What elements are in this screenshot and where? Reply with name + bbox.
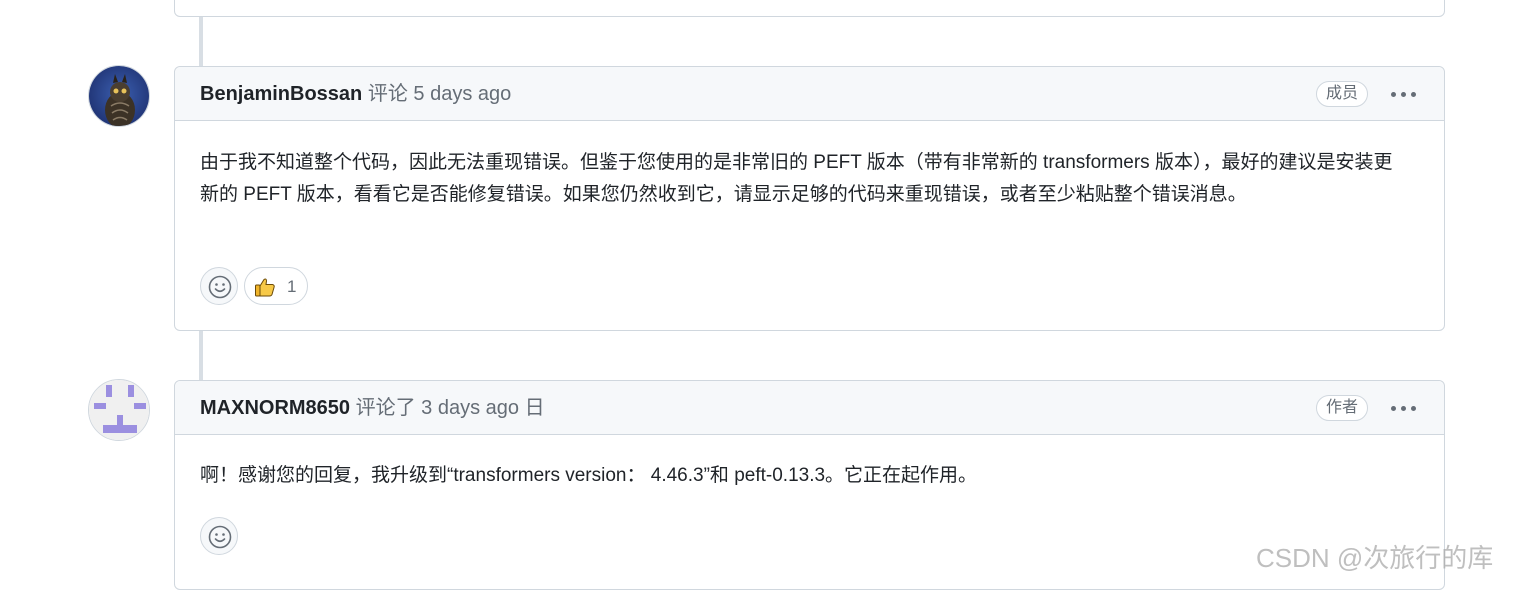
comment-timestamp[interactable]: 3 days ago [421, 397, 519, 419]
timeline-line [199, 330, 203, 382]
thumbs-up-icon [255, 278, 275, 297]
comment-card: MAXNORM8650 评论了 3 days ago 日 作者 啊！感谢您的回复… [174, 380, 1445, 590]
comment-meta: BenjaminBossan 评论 5 days ago [200, 67, 511, 121]
add-reaction-button[interactable] [200, 267, 238, 305]
reaction-count: 1 [287, 277, 297, 296]
comment-body-text: 啊！感谢您的回复，我升级到“transformers version： 4.46… [200, 465, 978, 486]
comment-time-suffix: 日 [524, 397, 545, 419]
comment-author-link[interactable]: MAXNORM8650 [200, 397, 350, 419]
comment-action: 评论 [367, 83, 408, 105]
comment-meta: MAXNORM8650 评论了 3 days ago 日 [200, 381, 545, 435]
role-badge: 成员 [1316, 81, 1369, 107]
kebab-horizontal-icon[interactable] [1388, 394, 1418, 422]
identicon-avatar-image [89, 380, 149, 440]
kebab-horizontal-icon[interactable] [1388, 80, 1418, 108]
comment-card: BenjaminBossan 评论 5 days ago 成员 由于我不知道整个… [174, 66, 1445, 331]
comment-header: MAXNORM8650 评论了 3 days ago 日 作者 [175, 381, 1444, 435]
comment-action: 评论了 [355, 397, 416, 419]
role-badge: 作者 [1316, 395, 1369, 421]
thumbs-up-reaction[interactable]: 1 [244, 267, 308, 305]
add-reaction-button[interactable] [200, 517, 238, 555]
smiley-icon [208, 275, 232, 299]
avatar-maxnorm8650[interactable] [88, 379, 150, 441]
comment-timestamp[interactable]: 5 days ago [413, 83, 511, 105]
comment-header: BenjaminBossan 评论 5 days ago 成员 [175, 67, 1444, 121]
comment-author-link[interactable]: BenjaminBossan [200, 83, 362, 105]
owl-avatar-image [89, 66, 149, 126]
previous-comment-box [174, 0, 1445, 17]
comment-body-text: 由于我不知道整个代码，因此无法重现错误。但鉴于您使用的是非常旧的 PEFT 版本… [200, 152, 1393, 205]
avatar-benjaminbossan[interactable] [88, 65, 150, 127]
smiley-icon [208, 525, 232, 549]
watermark: CSDN @次旅行的库 [1256, 543, 1494, 573]
timeline-line [199, 16, 203, 68]
